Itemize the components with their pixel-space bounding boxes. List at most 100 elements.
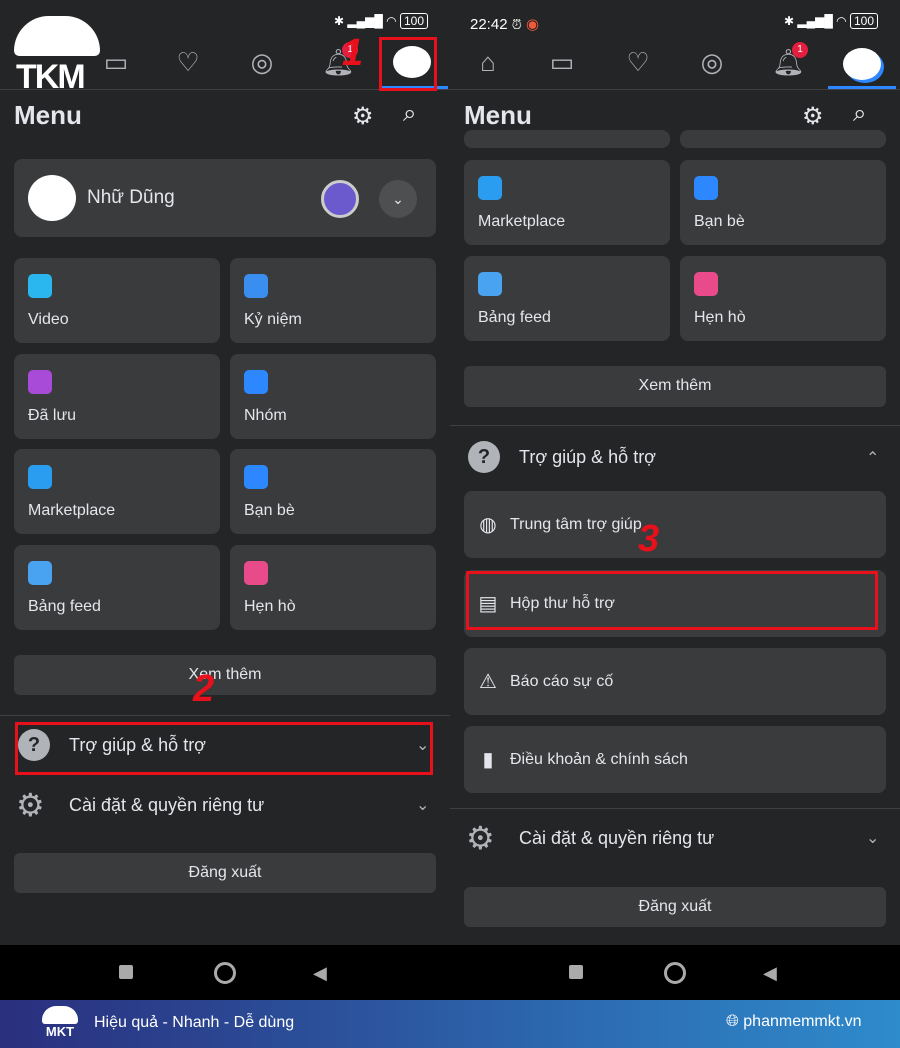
bookmark-icon [28,369,52,394]
recents-button[interactable] [119,965,133,979]
divider [450,89,900,90]
dating-icon[interactable]: ♡ [172,46,204,78]
shortcut-tile[interactable]: Marketplace [14,449,220,534]
chevron-down-icon[interactable]: ⌄ [416,795,429,815]
help-item[interactable]: ▮ Điều khoản & chính sách [464,726,886,793]
help-item-label: Điều khoản & chính sách [510,750,688,768]
profile-icon[interactable]: ◎ [696,46,728,78]
settings-privacy-row[interactable]: Cài đặt & quyền riêng tư [519,828,714,849]
groups-icon [244,369,268,394]
system-nav-bar: ◀ [450,945,900,1000]
banner-slogan: Hiệu quả - Nhanh - Dễ dùng [94,1014,295,1031]
battery-indicator: 100 [849,13,878,29]
chevron-down-icon[interactable]: ⌄ [379,180,417,218]
friends-icon [694,176,718,200]
dating-icon[interactable]: ♡ [622,46,654,78]
chevron-down-icon[interactable]: ⌄ [866,828,879,848]
watch-icon[interactable]: ▭ [100,46,132,78]
system-nav-bar: ◀ [0,945,450,1000]
help-question-icon: ? [468,441,500,473]
menu-avatar-tab[interactable] [843,48,881,80]
divider [0,715,450,716]
shortcut-tile[interactable]: Bảng feed [14,544,220,630]
back-button[interactable]: ◀ [313,963,327,984]
help-item-label: Trung tâm trợ giúp [510,515,642,533]
shortcut-tile[interactable]: Marketplace [464,160,670,245]
annotation-box-2 [15,722,433,775]
warning-icon: ⚠ [479,670,497,693]
gear-icon[interactable]: ⚙ [352,102,374,131]
divider [450,808,900,809]
shortcut-label: Bảng feed [478,309,551,326]
partial-tile [680,130,886,148]
shortcut-tile[interactable]: Video [14,258,220,343]
search-icon[interactable]: ⌕ [403,100,416,128]
shortcut-tile[interactable]: Nhóm [230,353,436,439]
globe-icon: 🌐︎ [726,1013,739,1030]
annotation-number-1: 1 [342,32,364,74]
shortcut-label: Bảng feed [28,597,101,615]
shortcut-label: Đã lưu [28,406,77,424]
help-item[interactable]: ◍ Trung tâm trợ giúp [464,491,886,558]
annotation-number-3: 3 [638,518,660,560]
shortcut-tile[interactable]: Bảng feed [464,256,670,341]
help-item-label: Báo cáo sự cố [510,672,614,690]
feeds-icon [28,560,52,585]
notifications-bell-icon[interactable]: 🔔︎ 1 [772,42,808,78]
record-icon: ◉ [526,16,540,33]
home-button[interactable] [664,962,686,984]
help-support-row[interactable]: Trợ giúp & hỗ trợ [519,447,656,468]
logout-button[interactable]: Đăng xuất [464,887,886,927]
chevron-up-icon[interactable]: ⌃ [866,448,879,468]
logout-button[interactable]: Đăng xuất [14,853,436,893]
feeds-icon [478,272,502,296]
shortcut-tile[interactable]: Đã lưu [14,353,220,439]
settings-gear-icon: ⚙ [466,820,495,856]
shortcut-tile[interactable]: Kỷ niệm [230,258,436,343]
alarm-icon: ⏰︎ [511,17,522,32]
annotation-number-2: 2 [193,668,215,710]
shortcut-tile[interactable]: Hẹn hò [680,256,886,341]
gear-icon[interactable]: ⚙ [802,102,824,131]
shortcut-label: Hẹn hò [244,597,296,615]
recents-button[interactable] [569,965,583,979]
banner-website[interactable]: 🌐︎ phanmemmkt.vn [726,1013,862,1031]
watch-icon[interactable]: ▭ [546,46,578,78]
lifebuoy-icon: ◍ [479,513,497,536]
footer-banner: MKT Hiệu quả - Nhanh - Dễ dùng 🌐︎ phanme… [0,1000,900,1048]
left-screen: ✱ ▂▄▆█ ◠ 100 TKM ▭ ♡ ◎ 🔔︎ 1 1 Menu ⚙ ⌕ Nh… [0,0,450,1000]
back-button[interactable]: ◀ [763,963,777,984]
partial-tile [464,130,670,148]
settings-privacy-row[interactable]: Cài đặt & quyền riêng tư [69,795,264,816]
shortcut-label: Kỷ niệm [244,311,302,328]
page-title: Menu [464,100,532,130]
page-title: Menu [14,100,82,130]
see-more-button[interactable]: Xem thêm [464,366,886,407]
avatar [28,175,76,221]
status-icons: ✱ ▂▄▆█ ◠ 100 [334,13,428,29]
search-icon[interactable]: ⌕ [853,100,866,128]
shortcut-label: Marketplace [28,502,116,519]
shortcut-tile[interactable]: Bạn bè [230,449,436,534]
clock: 22:42 [470,16,508,33]
home-icon[interactable]: ⌂ [472,46,504,78]
home-button[interactable] [214,962,236,984]
shortcut-tile[interactable]: Bạn bè [680,160,886,245]
shortcut-tile[interactable]: Hẹn hò [230,544,436,630]
divider [450,425,900,426]
video-icon [28,274,52,298]
friends-icon [244,465,268,489]
story-avatar[interactable] [321,180,359,218]
settings-gear-icon: ⚙ [16,787,45,823]
mkt-logo: MKT [38,1006,82,1042]
profile-card[interactable]: Nhữ Dũng ⌄ [14,159,436,237]
profile-icon[interactable]: ◎ [246,46,278,78]
help-item[interactable]: ⚠ Báo cáo sự cố [464,648,886,715]
marketplace-store-icon [28,465,52,489]
battery-indicator: 100 [399,13,428,29]
see-more-button[interactable]: Xem thêm [14,655,436,695]
book-icon: ▮ [482,748,494,771]
status-icons: ✱ ▂▄▆█ ◠ 100 [784,13,878,29]
status-time: 22:42 ⏰︎ ◉ [470,15,539,33]
profile-name: Nhữ Dũng [87,187,175,208]
